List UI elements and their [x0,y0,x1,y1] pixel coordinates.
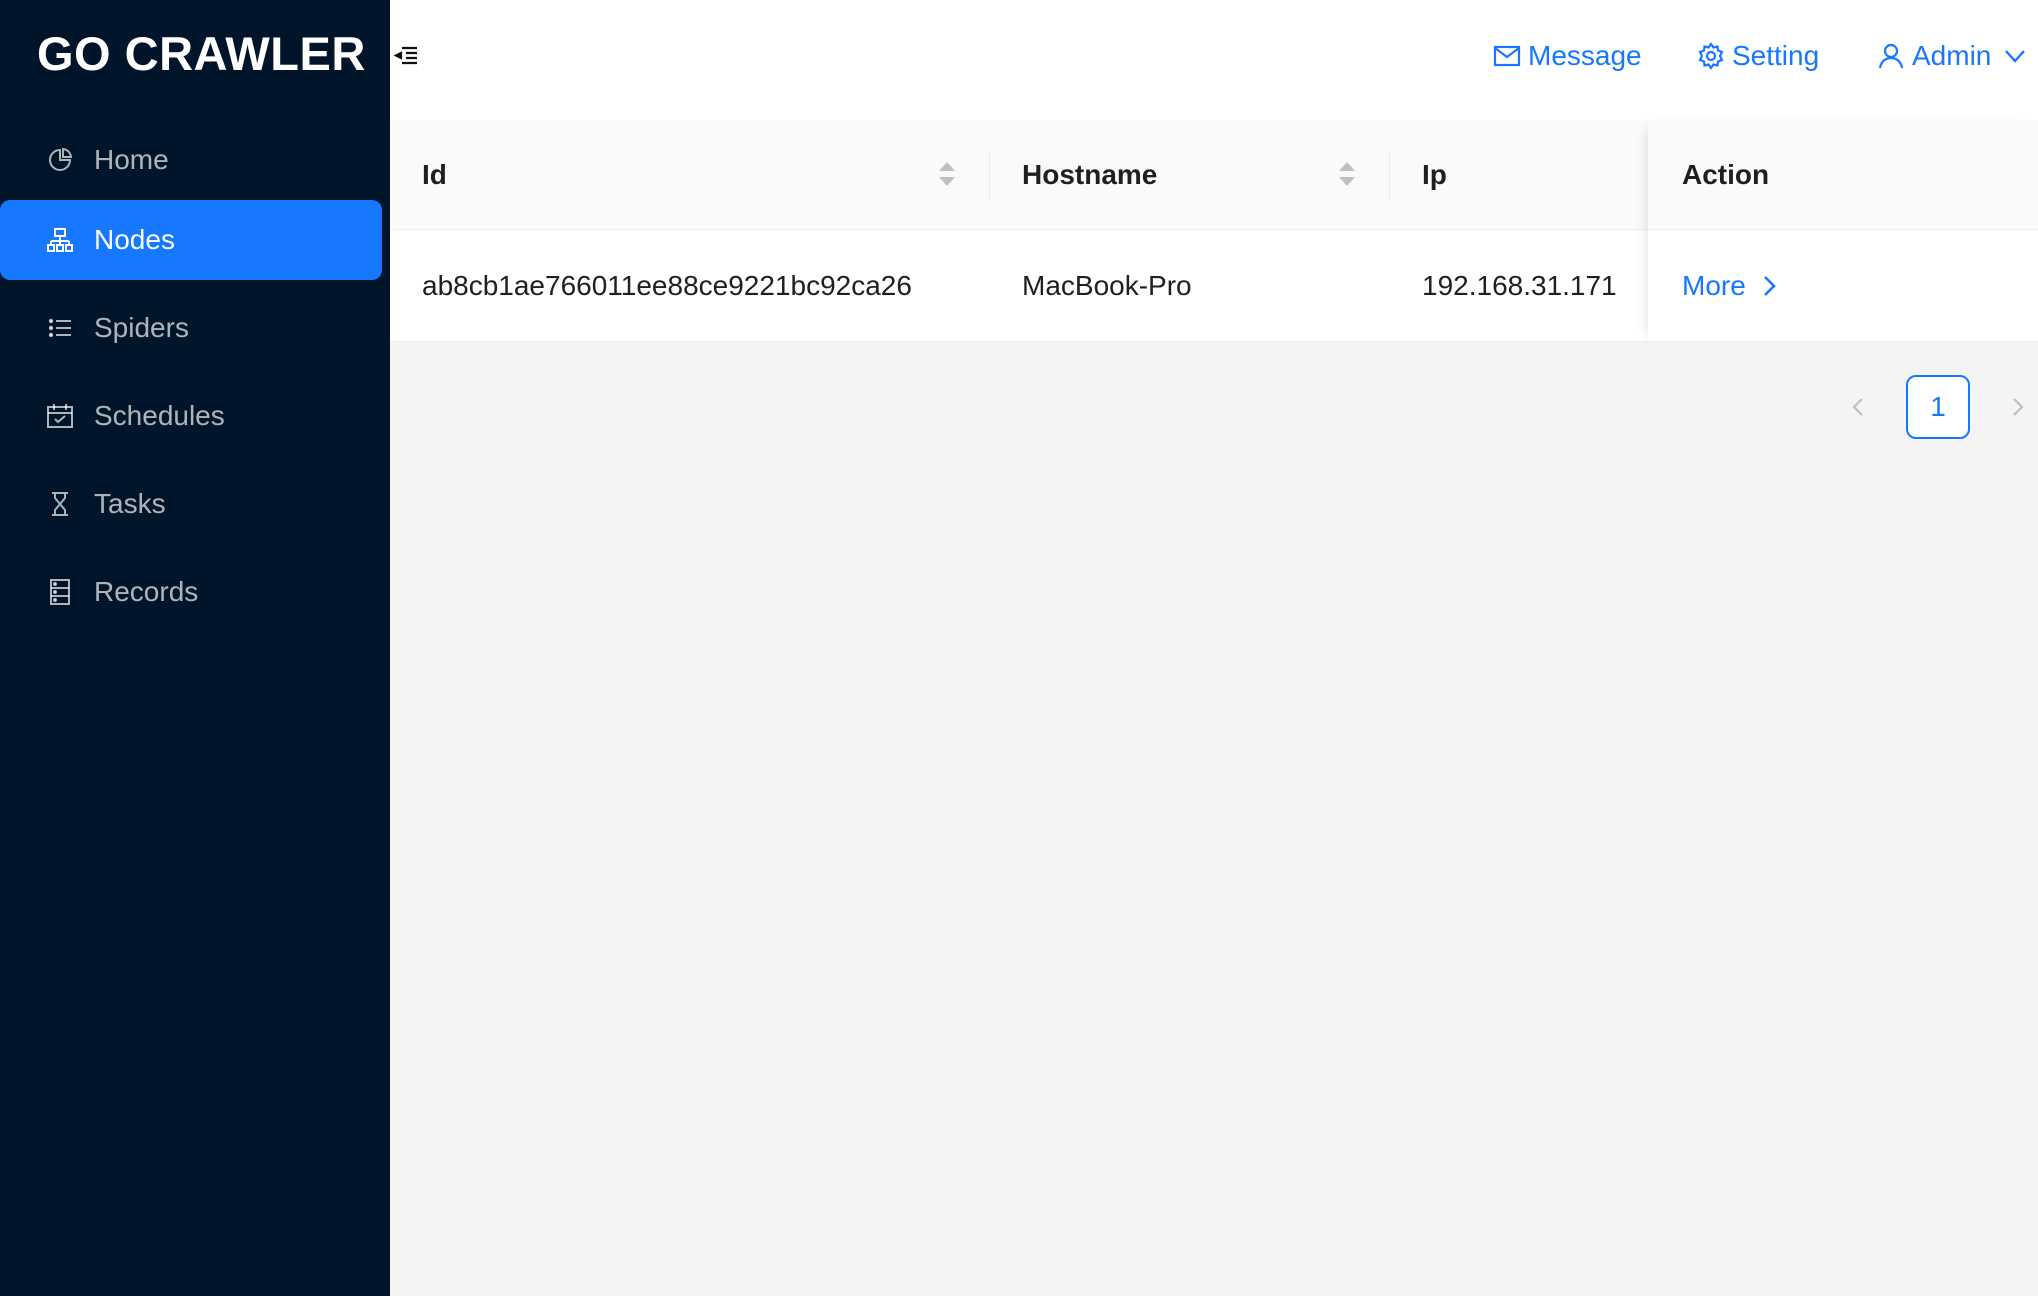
sidebar-item-spiders[interactable]: Spiders [0,288,382,368]
prev-page-button[interactable] [1838,375,1878,439]
sidebar-item-tasks[interactable]: Tasks [0,464,382,544]
app-logo-title: GO CRAWLER [37,27,366,80]
more-label: More [1682,270,1746,301]
database-icon [45,577,75,607]
sidebar-item-label: Home [94,144,169,175]
cell-ip: 192.168.31.171 [1422,270,1617,301]
sort-icon[interactable] [1337,158,1357,190]
setting-link[interactable]: Setting [1696,36,1819,76]
sidebar-item-label: Nodes [94,224,175,255]
sort-icon[interactable] [937,158,957,190]
menu-fold-icon[interactable] [390,40,422,72]
more-link[interactable]: More [1682,270,1780,302]
cell-hostname: MacBook-Pro [1022,270,1192,301]
sidebar: GO CRAWLER Home Nodes Spiders Schedules [0,0,390,1296]
cluster-icon [45,225,75,255]
top-header: Message Setting Admin [390,0,2038,120]
chevron-down-icon [2003,44,2027,68]
page-number-button[interactable]: 1 [1906,375,1970,439]
chevron-right-icon [1763,276,1776,296]
user-icon [1876,41,1906,71]
schedule-icon [45,401,75,431]
sidebar-item-records[interactable]: Records [0,552,382,632]
unordered-list-icon [45,313,75,343]
sidebar-item-nodes[interactable]: Nodes [0,200,382,280]
column-divider [1389,152,1390,198]
user-menu[interactable]: Admin [1876,36,2027,76]
chevron-left-icon [1852,398,1863,416]
message-link[interactable]: Message [1492,36,1642,76]
message-label: Message [1528,40,1642,71]
sidebar-item-label: Tasks [94,488,166,519]
cell-id: ab8cb1ae766011ee88ce9221bc92ca26 [422,270,912,301]
sidebar-item-home[interactable]: Home [0,120,382,200]
gear-icon [1696,41,1726,71]
column-header-ip: Ip [1422,159,1447,190]
table-row: ab8cb1ae766011ee88ce9221bc92ca26 MacBook… [390,230,2038,342]
column-header-id: Id [422,159,447,190]
mail-icon [1492,41,1522,71]
hourglass-icon [45,489,75,519]
next-page-button[interactable] [1998,375,2038,439]
sidebar-item-label: Records [94,576,199,607]
sidebar-item-schedules[interactable]: Schedules [0,376,382,456]
sidebar-item-label: Schedules [94,400,225,431]
column-header-hostname: Hostname [1022,159,1158,190]
user-label: Admin [1912,40,1992,71]
pie-chart-icon [45,145,75,175]
column-header-action: Action [1682,159,1770,190]
chevron-right-icon [2013,398,2024,416]
setting-label: Setting [1732,40,1820,71]
cell-action: More [1682,230,1780,342]
table-header: Id Hostname Ip Action [390,120,2038,230]
column-divider [989,152,990,198]
sidebar-item-label: Spiders [94,312,189,343]
